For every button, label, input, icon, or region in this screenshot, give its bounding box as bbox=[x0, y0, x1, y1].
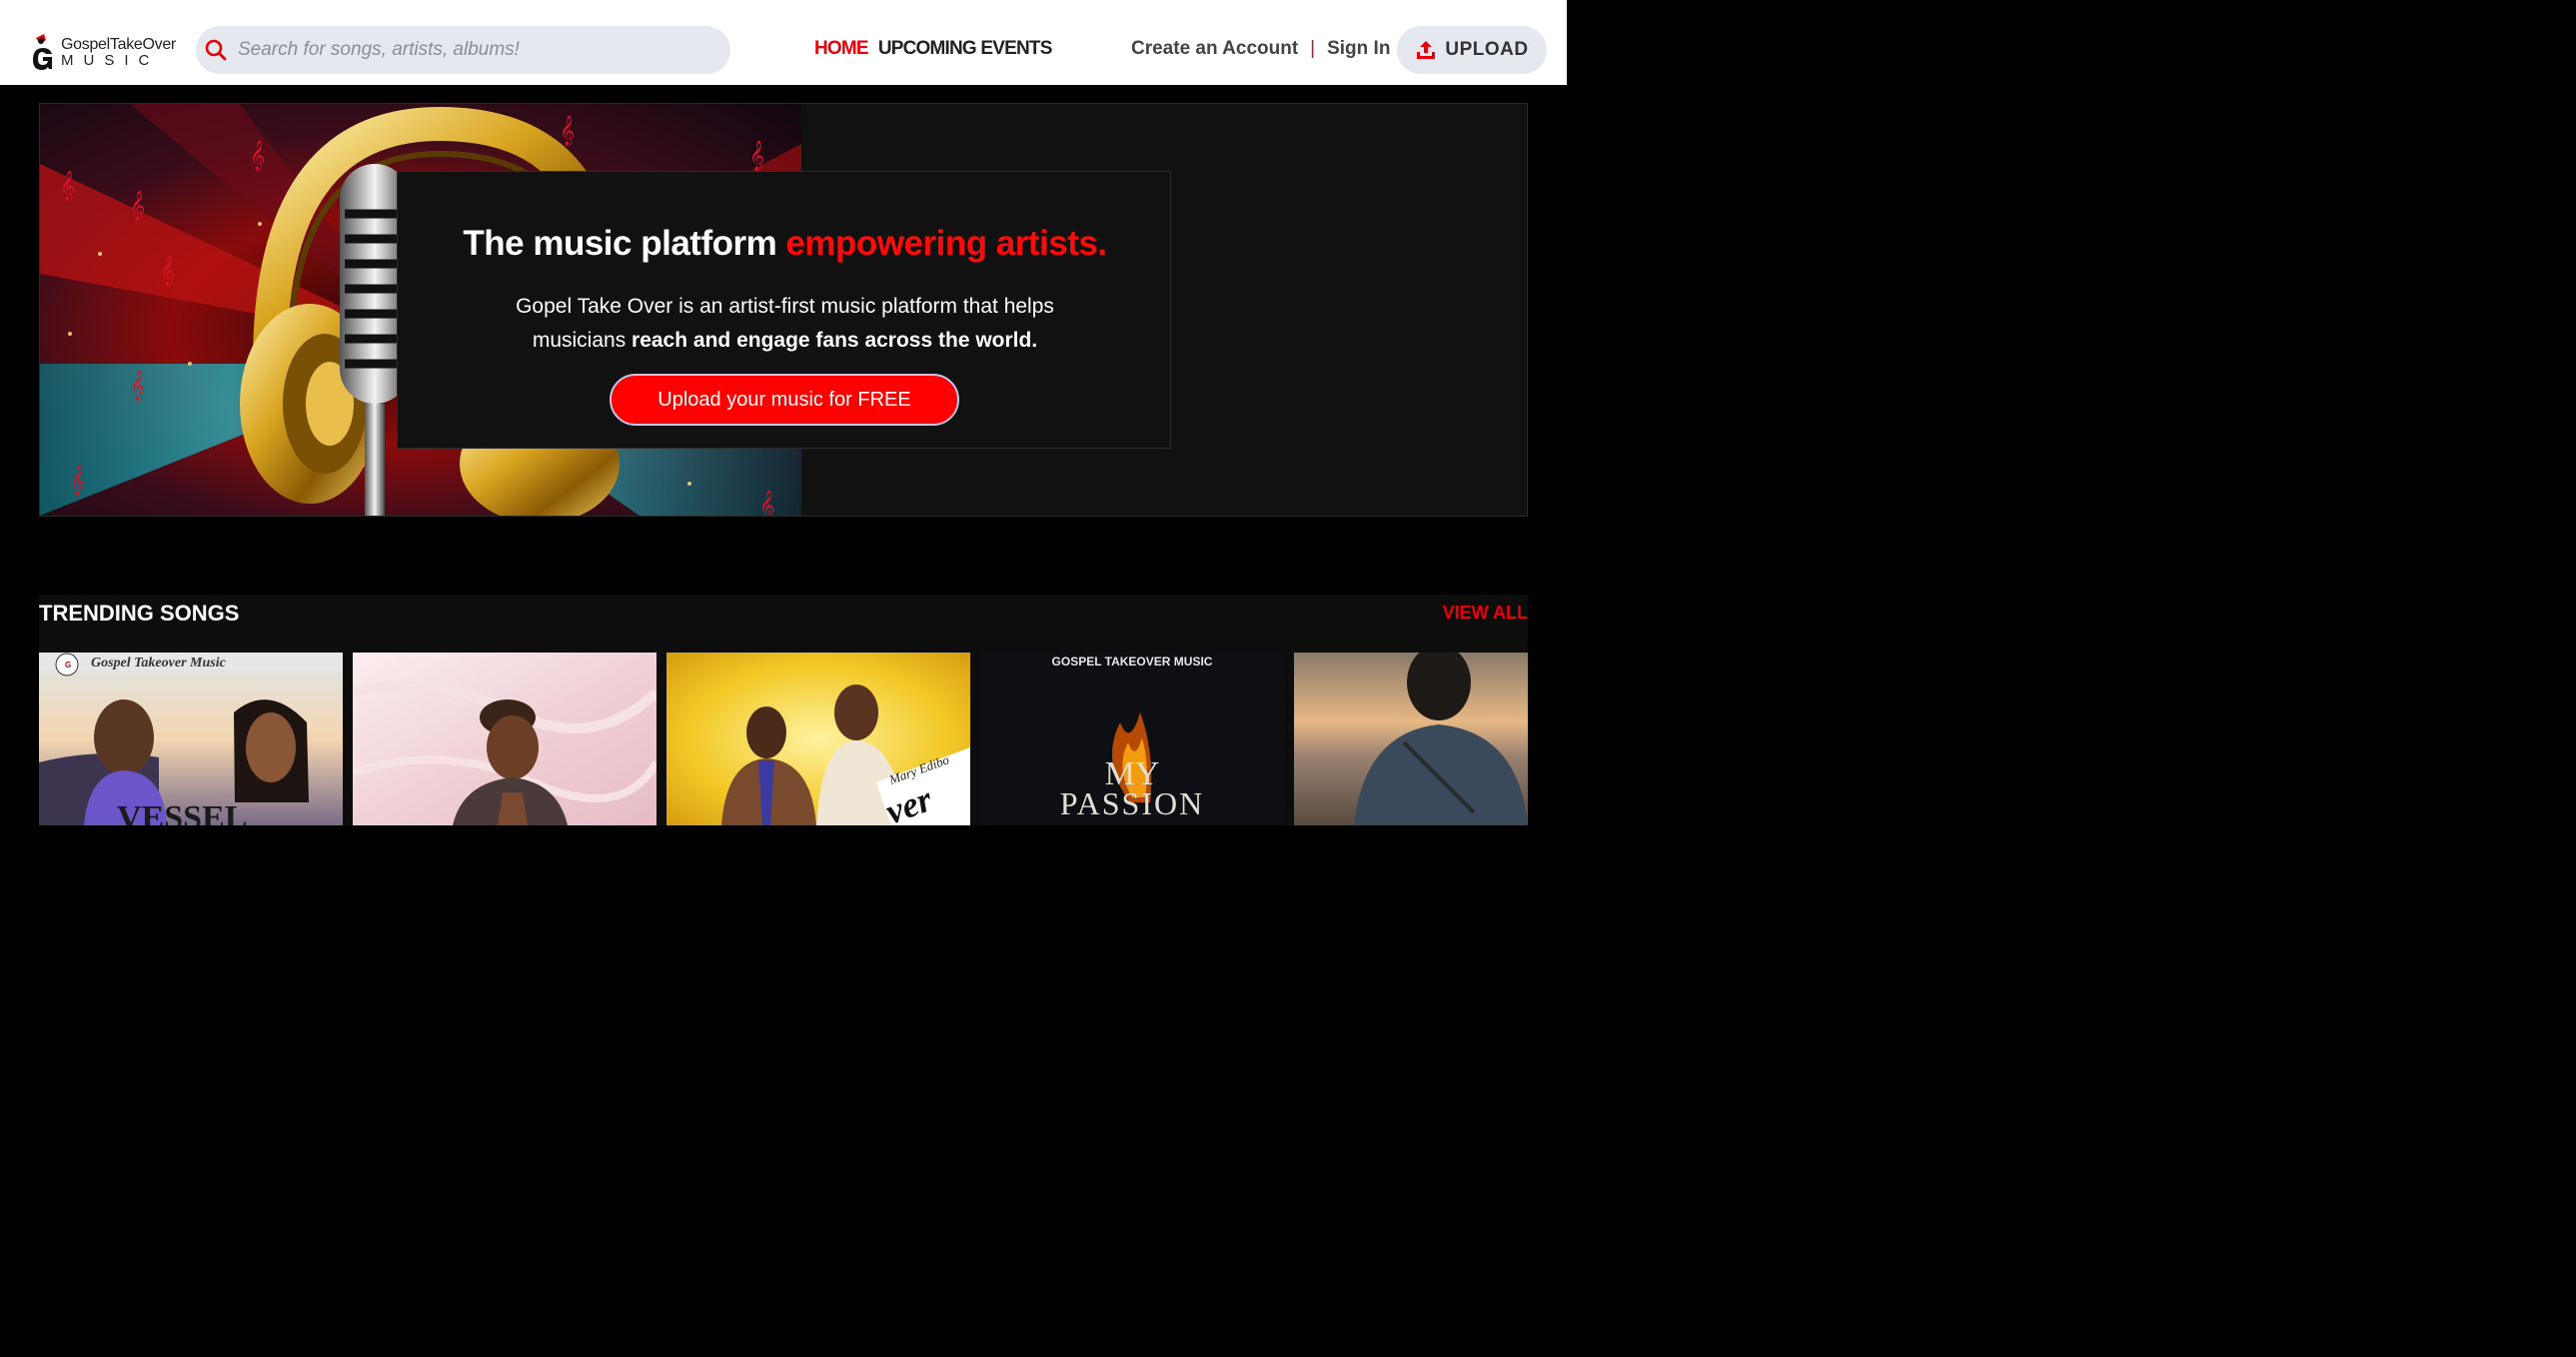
hero-banner: 𝄞 𝄞 𝄞 𝄞 𝄞 𝄞 𝄞 𝄞 𝄞 The music platform emp… bbox=[39, 103, 1528, 517]
album-cover-image bbox=[353, 653, 656, 825]
hero-title: The music platform empowering artists. bbox=[398, 224, 1172, 264]
upload-music-free-button[interactable]: Upload your music for FREE bbox=[610, 374, 959, 426]
cover-caption-top: GOSPEL TAKEOVER MUSIC bbox=[1052, 655, 1213, 669]
song-card[interactable]: GOSPEL TAKEOVER MUSIC MY PASSION bbox=[980, 653, 1284, 825]
hero-card: The music platform empowering artists. G… bbox=[397, 171, 1171, 449]
nav-home-link[interactable]: HOME bbox=[814, 38, 869, 60]
logo-mark-icon bbox=[33, 34, 52, 70]
song-cards-row: G Gospel Takeover Music VESSEL Mary Edib… bbox=[39, 653, 1528, 825]
svg-text:𝄞: 𝄞 bbox=[130, 190, 145, 222]
upload-icon bbox=[1417, 41, 1436, 59]
search-icon[interactable] bbox=[204, 38, 228, 62]
album-cover-image: GOSPEL TAKEOVER MUSIC MY PASSION bbox=[980, 653, 1284, 825]
song-card[interactable] bbox=[1294, 653, 1528, 825]
svg-text:𝄞: 𝄞 bbox=[60, 170, 75, 202]
song-card[interactable]: G Gospel Takeover Music VESSEL bbox=[39, 653, 343, 825]
svg-text:𝄞: 𝄞 bbox=[749, 140, 764, 172]
album-cover-image bbox=[1294, 653, 1528, 825]
album-cover-image: G Gospel Takeover Music VESSEL bbox=[39, 653, 343, 825]
svg-text:𝄞: 𝄞 bbox=[250, 140, 265, 172]
main-nav: HOME UPCOMING EVENTS bbox=[814, 38, 1052, 60]
sign-in-link[interactable]: Sign In bbox=[1327, 38, 1390, 60]
site-logo[interactable]: GospelTakeOver MUSIC bbox=[30, 30, 185, 72]
svg-text:𝄞: 𝄞 bbox=[759, 490, 774, 516]
search-bar bbox=[196, 26, 730, 74]
section-title: TRENDING SONGS bbox=[39, 601, 240, 626]
cover-caption-top: Gospel Takeover Music bbox=[91, 656, 227, 671]
svg-text:𝄞: 𝄞 bbox=[560, 115, 575, 147]
hero-description: Gopel Take Over is an artist-first music… bbox=[488, 290, 1082, 358]
hero-text-bold: reach and engage fans across the world. bbox=[632, 329, 1038, 352]
search-input[interactable] bbox=[238, 32, 717, 68]
svg-text:𝄞: 𝄞 bbox=[130, 370, 145, 402]
hero-title-accent: empowering artists. bbox=[785, 224, 1107, 263]
top-header: GospelTakeOver MUSIC HOME UPCOMING EVENT… bbox=[0, 0, 1567, 85]
upload-button[interactable]: UPLOAD bbox=[1397, 26, 1547, 74]
logo-subtitle: MUSIC bbox=[61, 52, 160, 69]
album-cover-image: Mary Edibo ver bbox=[666, 653, 970, 825]
cover-caption-bottom: VESSEL bbox=[117, 799, 247, 825]
create-account-link[interactable]: Create an Account bbox=[1131, 38, 1298, 60]
song-card[interactable] bbox=[353, 653, 656, 825]
svg-text:G: G bbox=[65, 661, 71, 670]
auth-links: Create an Account | Sign In bbox=[1131, 38, 1390, 60]
upload-label: UPLOAD bbox=[1445, 39, 1529, 60]
view-all-link[interactable]: VIEW ALL bbox=[1443, 603, 1528, 624]
song-card[interactable]: Mary Edibo ver bbox=[666, 653, 970, 825]
svg-text:𝄞: 𝄞 bbox=[70, 465, 85, 497]
auth-separator: | bbox=[1310, 38, 1316, 59]
svg-text:𝄞: 𝄞 bbox=[160, 255, 175, 287]
cover-caption-line2: PASSION bbox=[1060, 785, 1204, 821]
nav-events-link[interactable]: UPCOMING EVENTS bbox=[878, 38, 1053, 60]
hero-title-plain: The music platform bbox=[463, 224, 786, 263]
trending-songs-section: TRENDING SONGS VIEW ALL G Gospel Takeove… bbox=[39, 595, 1528, 825]
